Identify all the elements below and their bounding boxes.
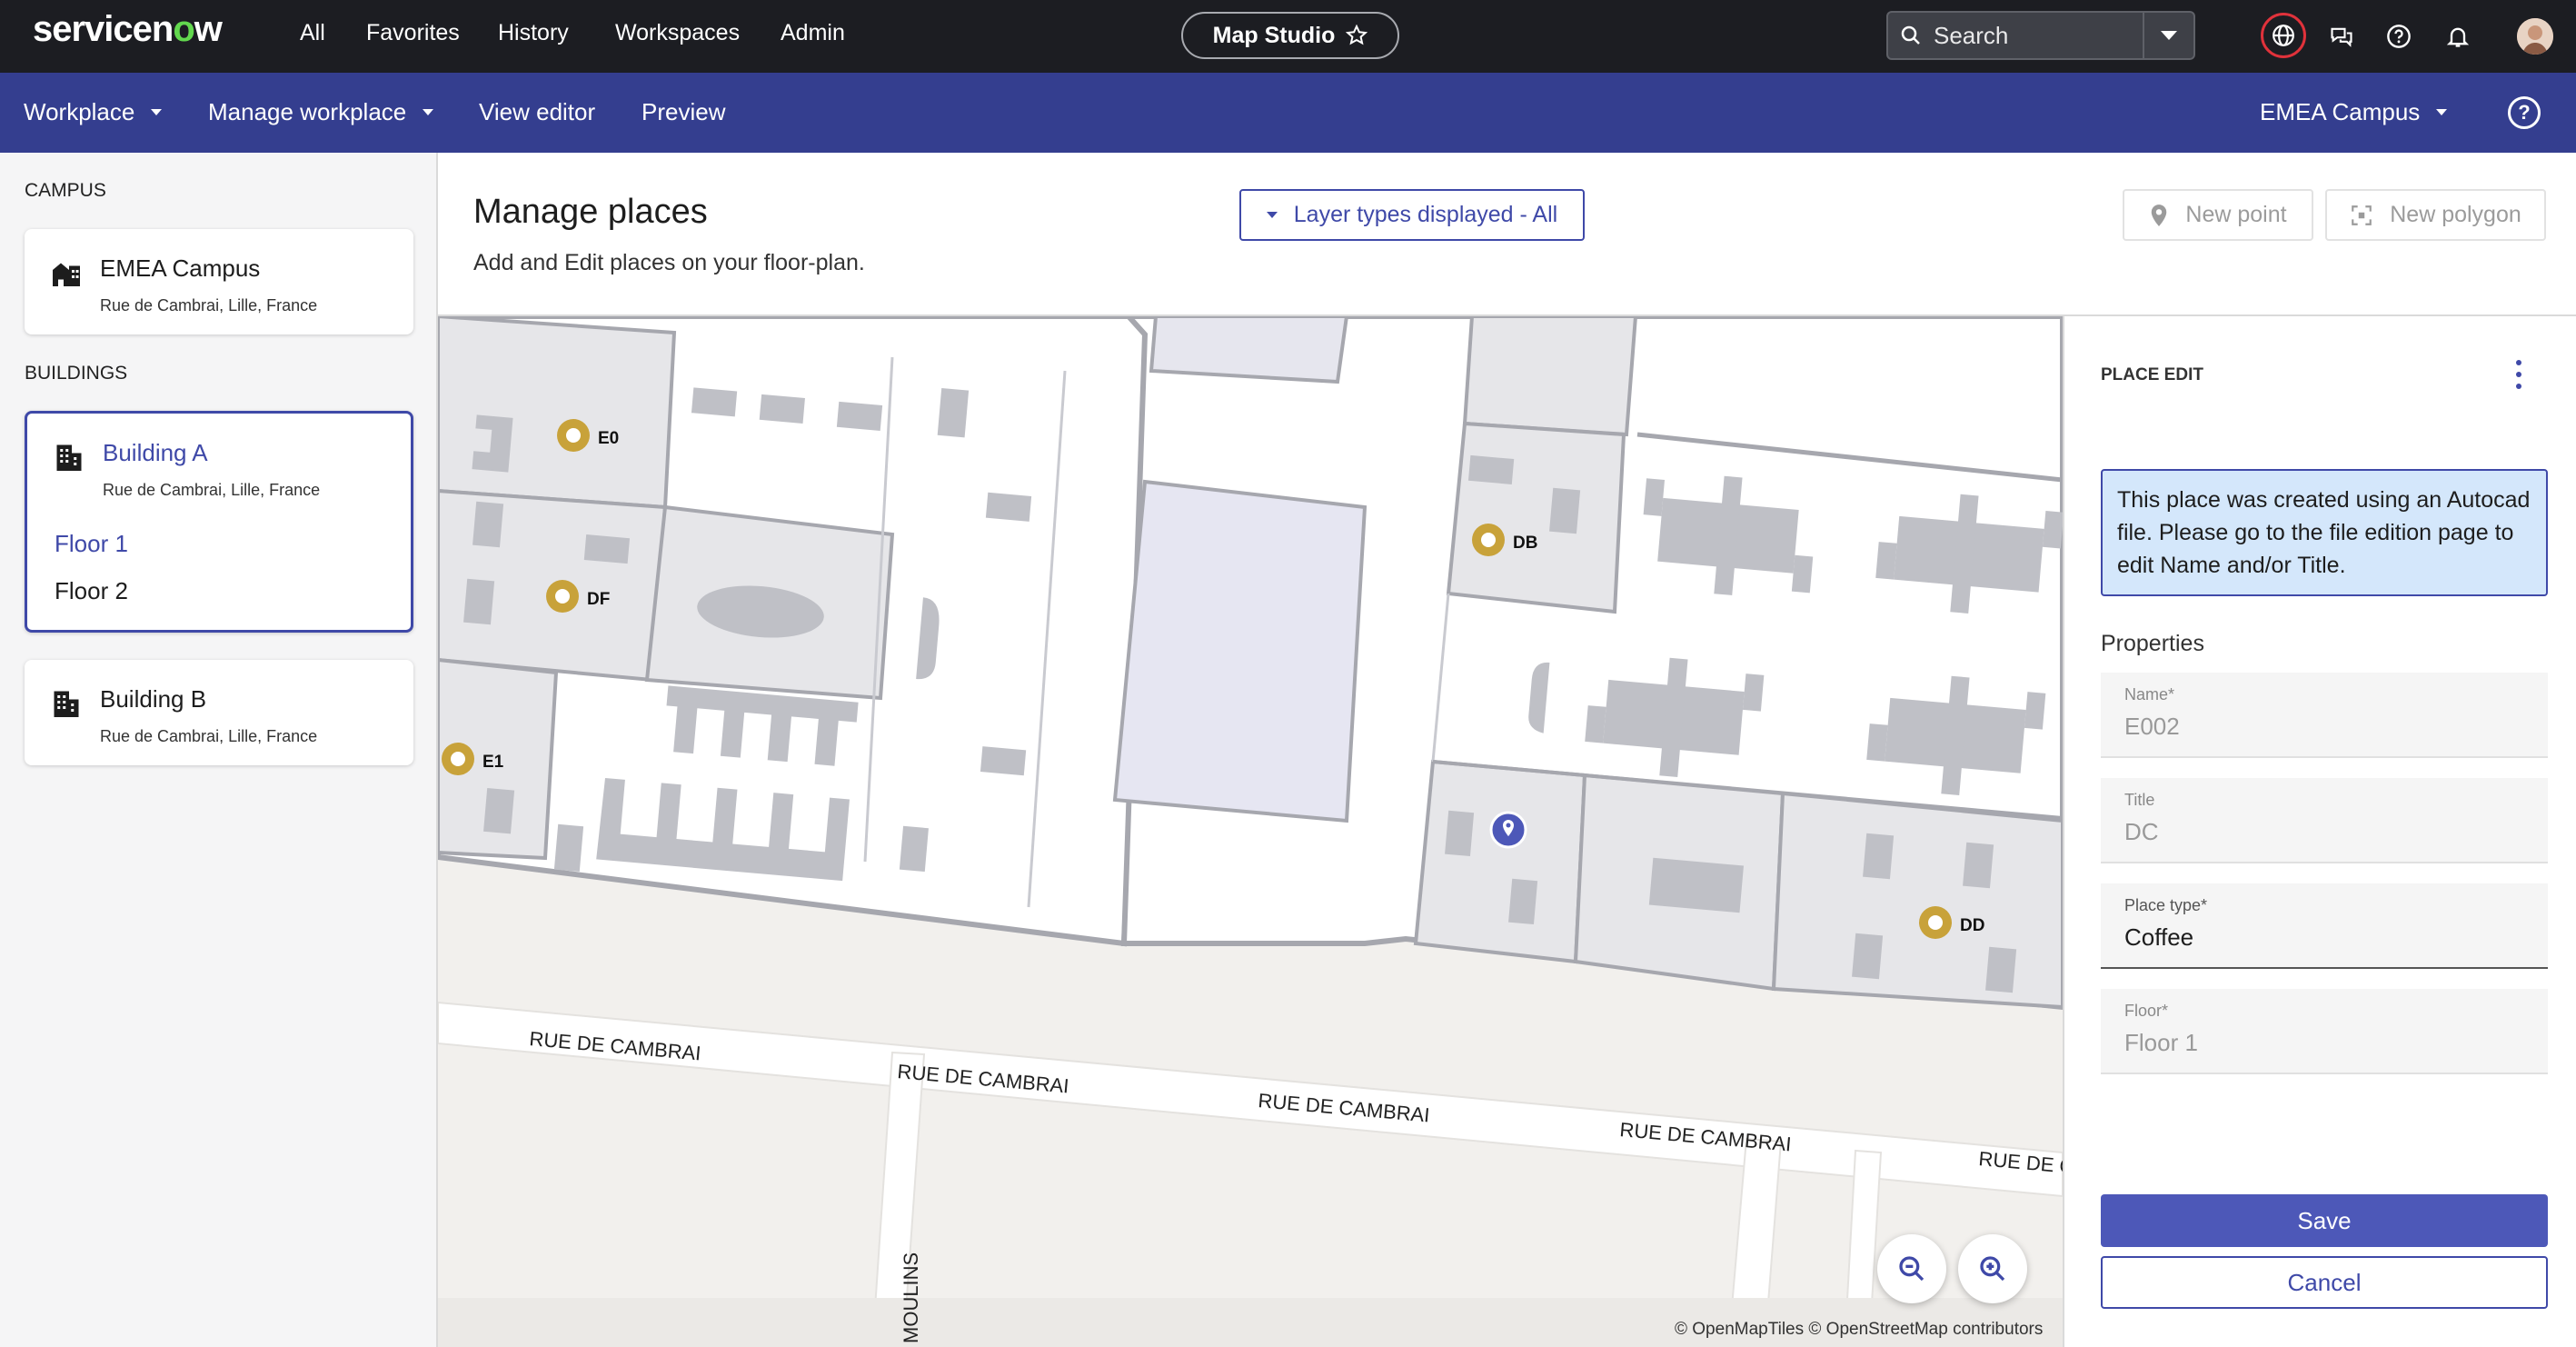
selected-place-marker[interactable] [1489,811,1527,849]
marker-label: DF [587,590,610,609]
campus-building-icon [53,263,80,286]
layer-types-label: Layer types displayed - All [1293,202,1558,227]
building-a-address: Rue de Cambrai, Lille, France [103,481,321,499]
search-scope-dropdown[interactable] [2143,13,2193,58]
help-icon[interactable]: ? [2508,96,2541,129]
panel-title: PLACE EDIT [2101,365,2203,384]
preview-label: Preview [642,98,726,125]
floor-plan-map[interactable]: RUE DE CAMBRAI RUE DE CAMBRAI RUE DE CAM… [438,314,2063,1347]
workplace-menu[interactable]: Workplace [24,98,163,126]
marker-label: E0 [598,429,619,448]
preview-link[interactable]: Preview [642,98,725,126]
campus-card[interactable]: EMEA Campus Rue de Cambrai, Lille, Franc… [25,229,413,334]
zoom-in-button[interactable] [1958,1234,2027,1303]
cancel-button[interactable]: Cancel [2101,1256,2548,1309]
building-a-footprint [438,316,2063,1011]
place-type-field-label: Place type* [2124,896,2208,914]
place-type-field-value[interactable]: Coffee [2124,923,2193,952]
manage-workplace-menu-label: Manage workplace [208,98,407,125]
place-edit-panel: PLACE EDIT This place was created using … [2063,314,2576,1347]
chevron-down-icon [2161,31,2177,40]
workplace-menu-label: Workplace [24,98,135,125]
zoom-in-icon [1980,1256,2005,1282]
street-label: MOULINS [900,1252,922,1343]
location-sidebar: CAMPUS EMEA Campus Rue de Cambrai, Lille… [0,153,438,1347]
building-icon [56,444,82,471]
building-b-name: Building B [100,685,207,713]
zoom-out-icon [1899,1256,1925,1282]
map-attribution: © OpenMapTiles © OpenStreetMap contribut… [1675,1320,2044,1339]
chevron-down-icon [151,109,163,115]
building-b-address: Rue de Cambrai, Lille, France [100,727,318,745]
global-search[interactable] [1886,11,2195,60]
new-point-button[interactable]: New point [2123,189,2313,241]
title-field-value: DC [2124,818,2159,845]
marker-label: E1 [482,753,504,772]
name-field: Name* E002 [2101,673,2548,758]
chevron-down-icon [2436,109,2448,115]
marker-label: DB [1513,534,1537,553]
name-field-value: E002 [2124,713,2180,740]
marker-label: DD [1960,916,1984,935]
globe-icon[interactable] [2261,13,2306,58]
app-title: Map Studio [1212,22,1336,48]
properties-heading: Properties [2101,631,2204,656]
nav-all[interactable]: All [300,20,325,46]
save-button[interactable]: Save [2101,1194,2548,1247]
nav-admin[interactable]: Admin [781,20,845,46]
title-field-label: Title [2124,791,2155,809]
floor-field-value: Floor 1 [2124,1029,2198,1056]
campus-heading: CAMPUS [25,180,106,201]
page-subtitle: Add and Edit places on your floor-plan. [473,250,865,275]
floor-plan-canvas[interactable]: RUE DE CAMBRAI RUE DE CAMBRAI RUE DE CAM… [438,316,2063,1347]
new-point-label: New point [2185,202,2287,227]
search-icon [1888,25,1934,46]
top-navigation-bar: servicenow All Favorites History Workspa… [0,0,2576,73]
app-title-pill[interactable]: Map Studio [1181,12,1399,59]
building-icon [54,691,79,717]
nav-workspaces[interactable]: Workspaces [615,20,740,46]
more-options-icon[interactable] [2508,360,2530,389]
star-icon[interactable] [1346,25,1368,46]
servicenow-logo[interactable]: servicenow [33,9,223,50]
new-polygon-button[interactable]: New polygon [2325,189,2546,241]
name-field-label: Name* [2124,685,2175,703]
zoom-out-button[interactable] [1877,1234,1946,1303]
search-input[interactable] [1934,21,2133,50]
campus-selector[interactable]: EMEA Campus [2260,98,2448,126]
campus-selector-label: EMEA Campus [2260,98,2421,125]
building-b-card[interactable]: Building B Rue de Cambrai, Lille, France [25,660,413,765]
page-title: Manage places [473,193,708,231]
help-icon[interactable] [2381,18,2417,55]
chevron-down-icon [423,109,434,115]
nav-favorites[interactable]: Favorites [366,20,460,46]
new-polygon-label: New polygon [2390,202,2521,227]
street-labels: RUE DE CAMBRAI RUE DE CAMBRAI RUE DE CAM… [529,1027,2063,1343]
chat-icon[interactable] [2323,18,2360,55]
floor-field: Floor* Floor 1 [2101,989,2548,1074]
campus-address: Rue de Cambrai, Lille, France [100,296,318,314]
manage-workplace-menu[interactable]: Manage workplace [208,98,434,126]
workspace-sub-navigation: Workplace Manage workplace View editor P… [0,73,2576,153]
view-editor-label: View editor [479,98,596,125]
building-a-card[interactable]: Building A Rue de Cambrai, Lille, France… [25,411,413,633]
view-editor-link[interactable]: View editor [479,98,595,126]
map-pin-icon [2152,204,2167,226]
nav-history[interactable]: History [498,20,569,46]
campus-name: EMEA Campus [100,254,261,282]
floor-field-label: Floor* [2124,1002,2169,1020]
layer-types-filter-button[interactable]: Layer types displayed - All [1239,189,1585,241]
floor-item-1[interactable]: Floor 1 [55,530,128,558]
place-type-field[interactable]: Place type* Coffee [2101,883,2548,969]
chevron-down-icon [1266,212,1278,218]
bell-icon[interactable] [2440,18,2476,55]
autocad-info-banner: This place was created using an Autocad … [2101,469,2548,596]
title-field: Title DC [2101,778,2548,863]
buildings-heading: BUILDINGS [25,363,128,384]
avatar[interactable] [2517,18,2553,55]
building-a-name: Building A [103,439,208,466]
floor-item-2[interactable]: Floor 2 [55,577,128,605]
polygon-select-icon [2352,205,2372,225]
